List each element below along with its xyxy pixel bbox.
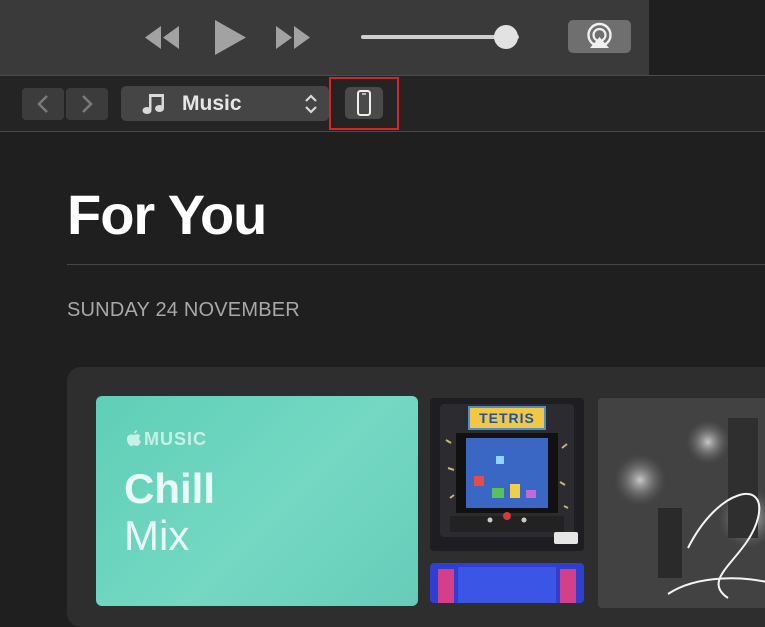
title-divider <box>67 264 765 265</box>
fast-forward-button[interactable] <box>274 24 312 51</box>
blue-album-art-icon <box>430 563 584 603</box>
forward-button[interactable] <box>66 88 108 120</box>
rewind-icon <box>145 26 179 49</box>
device-button[interactable] <box>345 87 383 119</box>
album-title-label: TETRIS <box>479 410 535 426</box>
album-art-night-city[interactable] <box>598 398 765 608</box>
iphone-icon <box>357 90 371 116</box>
date-label: SUNDAY 24 NOVEMBER <box>67 299 300 321</box>
navigation-toolbar: Music <box>0 75 765 132</box>
fast-forward-icon <box>276 26 310 49</box>
music-note-icon <box>142 94 164 114</box>
airplay-icon <box>587 22 612 48</box>
airplay-button[interactable] <box>568 20 631 53</box>
rewind-button[interactable] <box>143 24 181 51</box>
volume-slider-knob[interactable] <box>494 25 519 49</box>
chevron-left-icon <box>37 95 48 113</box>
apple-logo-icon <box>127 430 141 446</box>
night-city-album-art-icon <box>598 398 765 608</box>
chill-mix-card[interactable]: MUSIC Chill Mix <box>96 396 418 606</box>
album-art-arcade[interactable]: TETRIS <box>430 398 584 551</box>
header-right-area <box>649 0 765 75</box>
media-kind-selector[interactable]: Music <box>121 86 329 121</box>
album-art-blue[interactable] <box>430 563 584 603</box>
play-button[interactable] <box>212 18 248 57</box>
up-down-chevron-icon <box>305 94 317 114</box>
back-button[interactable] <box>22 88 64 120</box>
card-subtitle: Mix <box>124 512 190 559</box>
media-kind-label: Music <box>182 92 242 115</box>
play-icon <box>215 20 246 55</box>
page-title: For You <box>67 183 267 246</box>
player-header <box>0 0 649 75</box>
card-brand-label: MUSIC <box>144 429 207 449</box>
chevron-right-icon <box>82 95 93 113</box>
card-title: Chill <box>124 465 215 512</box>
